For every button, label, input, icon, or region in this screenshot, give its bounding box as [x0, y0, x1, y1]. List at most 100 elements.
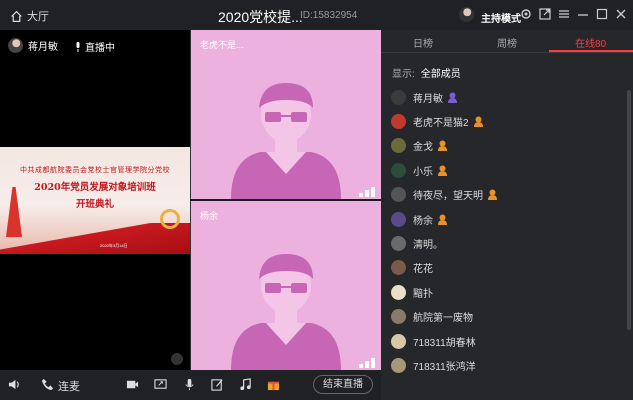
- admin-badge-icon: [437, 140, 448, 152]
- guest-name: 老虎不是...: [200, 40, 244, 50]
- phone-icon[interactable]: [41, 378, 54, 391]
- member-name: 718311胡春林: [413, 337, 476, 349]
- room-title: 2020党校提...: [218, 9, 303, 25]
- member-avatar: [391, 114, 406, 130]
- member-item[interactable]: 金戈: [391, 134, 621, 158]
- scrollbar[interactable]: [627, 90, 631, 330]
- minimize-icon[interactable]: [577, 8, 589, 20]
- popout-icon[interactable]: [539, 8, 551, 20]
- host-avatar[interactable]: [459, 7, 474, 22]
- live-status: 直播中: [74, 39, 115, 54]
- main-video[interactable]: 蒋月敏 直播中 中共成都航院委员会党校士官管理学院分党校 2020年党员发展对象…: [0, 30, 190, 370]
- member-item[interactable]: 杨余: [391, 207, 621, 231]
- tab-daily[interactable]: 日榜: [413, 35, 433, 50]
- volume-button[interactable]: [8, 378, 21, 391]
- member-avatar: [391, 138, 406, 154]
- close-icon[interactable]: [615, 8, 627, 20]
- member-item[interactable]: 黯扑: [391, 280, 621, 304]
- guest-name: 杨余: [200, 211, 219, 221]
- presenter-name: 蒋月敏: [28, 42, 58, 53]
- banner-line-1: 中共成都航院委员会党校士官管理学院分党校: [20, 166, 170, 174]
- member-name: 花花: [413, 264, 433, 276]
- banner-line-3: 开班典礼: [75, 199, 114, 210]
- member-item[interactable]: 清明。: [391, 231, 621, 255]
- member-name: 黯扑: [413, 288, 433, 300]
- co-host-mic-button[interactable]: 连麦: [58, 378, 80, 394]
- bottom-toolbar: 连麦 结束直播: [0, 370, 381, 400]
- ceremony-banner: 中共成都航院委员会党校士官管理学院分党校 2020年党员发展对象培训班 开班典礼…: [0, 147, 190, 254]
- tab-weekly[interactable]: 周榜: [497, 35, 517, 50]
- active-tab-indicator: [549, 50, 633, 52]
- member-avatar: [391, 309, 406, 325]
- tab-online[interactable]: 在线80: [575, 35, 606, 50]
- gift-icon[interactable]: [267, 378, 280, 391]
- ribbon-graphic: [0, 223, 190, 254]
- menu-icon[interactable]: [558, 8, 570, 20]
- member-name: 小乐: [413, 166, 433, 178]
- guest-video-1[interactable]: 老虎不是...: [190, 30, 381, 199]
- member-avatar: [391, 211, 406, 227]
- member-item[interactable]: 航院第一废物: [391, 305, 621, 329]
- member-name: 蒋月敏: [413, 93, 443, 105]
- mic-status-icon[interactable]: [171, 353, 183, 365]
- guest-video-2[interactable]: 杨余: [190, 201, 381, 370]
- settings-icon[interactable]: [520, 8, 532, 20]
- host-badge-icon: [447, 92, 458, 103]
- member-avatar: [391, 187, 406, 203]
- default-avatar-icon: [231, 83, 341, 199]
- member-avatar: [391, 284, 406, 300]
- party-emblem: [160, 209, 180, 229]
- member-avatar: [391, 162, 406, 178]
- member-item[interactable]: 小乐: [391, 158, 621, 182]
- member-list: 蒋月敏老虎不是猫2 金戈小乐待夜尽，望天明 杨余清明。花花黯扑航院第一废物 71831…: [391, 85, 621, 378]
- member-item[interactable]: 花花: [391, 256, 621, 280]
- home-icon: [11, 10, 22, 22]
- default-avatar-icon: [231, 254, 341, 370]
- signal-icon: [359, 358, 375, 368]
- member-name: 718311张鸿洋: [413, 361, 476, 373]
- side-panel: 日榜 周榜 在线80 显示: 全部成员 蒋月敏老虎不是猫2 金戈小乐待夜尽，望天明杨…: [381, 30, 633, 400]
- admin-badge-icon: [437, 214, 448, 225]
- member-filter[interactable]: 显示: 全部成员: [392, 65, 461, 80]
- member-name: 杨余: [413, 215, 433, 227]
- end-live-button[interactable]: 结束直播: [313, 375, 373, 394]
- banner-date: 2020年3月14日: [100, 243, 128, 248]
- camera-icon[interactable]: [126, 378, 139, 391]
- home-label: 大厅: [27, 11, 49, 23]
- panel-tabs: 日榜 周榜 在线80: [381, 30, 633, 53]
- banner-line-2: 2020年党员发展对象培训班: [34, 182, 156, 193]
- member-name: 清明。: [413, 240, 443, 252]
- member-name: 老虎不是猫2: [413, 118, 469, 130]
- member-item[interactable]: 718311胡春林: [391, 329, 621, 353]
- share-screen-icon[interactable]: [154, 378, 167, 391]
- member-name: 航院第一废物: [413, 313, 473, 325]
- member-avatar: [391, 236, 406, 252]
- filter-value[interactable]: 全部成员: [421, 69, 461, 80]
- member-name: 待夜尽，望天明: [413, 191, 483, 203]
- member-avatar: [391, 89, 406, 105]
- filter-label: 显示:: [392, 69, 415, 80]
- member-item[interactable]: 老虎不是猫2: [391, 109, 621, 133]
- edit-icon[interactable]: [211, 378, 224, 391]
- admin-badge-icon: [437, 165, 448, 176]
- music-icon[interactable]: [239, 378, 252, 391]
- member-name: 金戈: [413, 142, 433, 154]
- member-avatar: [391, 357, 406, 373]
- host-mode-label[interactable]: 主持模式: [481, 10, 521, 25]
- room-id: ID:15832954: [300, 10, 358, 21]
- member-item[interactable]: 蒋月敏: [391, 85, 621, 109]
- member-item[interactable]: 待夜尽，望天明: [391, 183, 621, 207]
- admin-badge-icon: [473, 116, 484, 128]
- microphone-icon[interactable]: [183, 378, 196, 391]
- admin-badge-icon: [487, 189, 498, 201]
- microphone-icon: [76, 41, 80, 52]
- member-item[interactable]: 718311张鸿洋: [391, 353, 621, 377]
- speaker-icon: [8, 379, 19, 390]
- presenter-avatar: [8, 38, 23, 53]
- home-button[interactable]: 大厅: [10, 8, 49, 24]
- maximize-icon[interactable]: [596, 8, 608, 20]
- signal-icon: [359, 187, 375, 197]
- top-bar: 大厅 2020党校提... ID:15832954 主持模式: [0, 0, 633, 30]
- live-status-label: 直播中: [85, 43, 115, 54]
- member-avatar: [391, 333, 406, 349]
